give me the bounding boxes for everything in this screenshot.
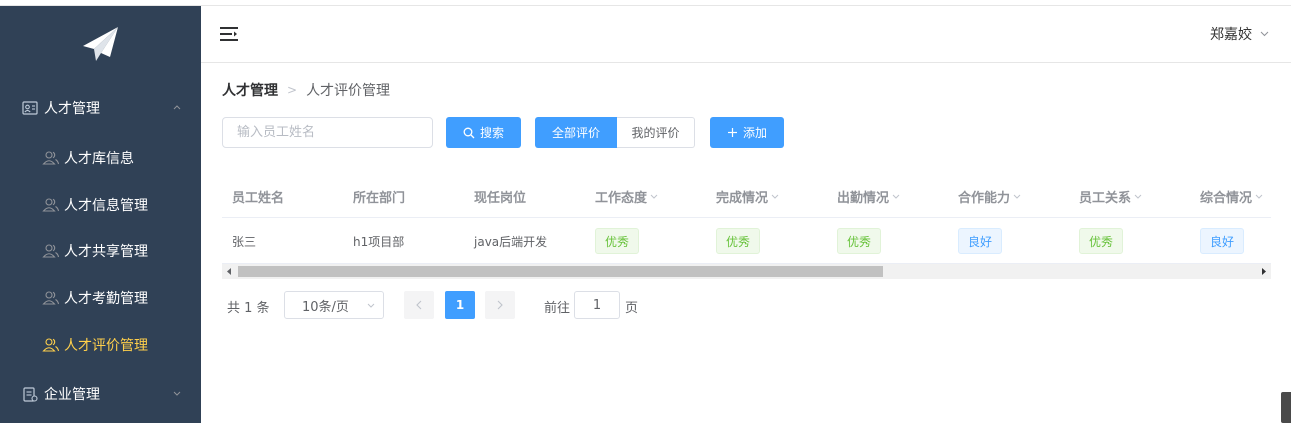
breadcrumb: 人才管理 > 人才评价管理 (222, 80, 390, 100)
pagination-total: 共 1 条 (227, 301, 270, 316)
chevron-left-icon (416, 300, 422, 310)
sidebar-item-label: 人才信息管理 (64, 197, 148, 214)
breadcrumb-item-evaluation: 人才评价管理 (306, 83, 391, 99)
sidebar-item-label: 人才评价管理 (64, 337, 148, 354)
page-number-button[interactable]: 1 (445, 291, 475, 319)
users-icon (42, 337, 60, 352)
status-badge: 优秀 (837, 228, 882, 254)
chevron-down-icon (1134, 194, 1142, 199)
column-header-name: 员工姓名 (232, 191, 285, 206)
search-button[interactable]: 搜索 (446, 117, 521, 148)
goto-page-input[interactable] (574, 291, 620, 319)
sidebar: 人才管理 人才库信息 人才信息管理 人才共享管理 人才考勤管理 人才评价管理 企… (0, 6, 201, 423)
top-navbar: 郑嘉姣 (201, 6, 1291, 63)
column-header-relations[interactable]: 员工关系 (1079, 187, 1142, 206)
next-page-button[interactable] (485, 291, 515, 319)
app-root: 人才管理 人才库信息 人才信息管理 人才共享管理 人才考勤管理 人才评价管理 企… (0, 0, 1291, 423)
users-icon (42, 290, 60, 305)
sidebar-item-talent-sharing[interactable]: 人才共享管理 (0, 227, 201, 274)
sidebar-item-label: 人才考勤管理 (64, 290, 148, 307)
status-badge: 良好 (958, 228, 1003, 254)
column-header-department: 所在部门 (353, 191, 406, 206)
floating-side-widget[interactable] (1281, 392, 1291, 423)
goto-label: 前往 (544, 301, 571, 316)
chevron-down-icon (1013, 194, 1021, 199)
scroll-left-icon[interactable] (227, 268, 232, 275)
users-icon (42, 243, 60, 258)
cell-department: h1项目部 (353, 235, 405, 249)
document-list-icon (23, 387, 38, 402)
cell-name: 张三 (232, 235, 257, 249)
page-suffix: 页 (625, 301, 639, 316)
column-header-work-attitude[interactable]: 工作态度 (595, 187, 658, 206)
filter-my-evaluations[interactable]: 我的评价 (617, 117, 695, 148)
add-button-label: 添加 (742, 126, 767, 140)
chevron-up-icon (173, 105, 181, 110)
filter-all-evaluations[interactable]: 全部评价 (535, 117, 617, 148)
user-dropdown[interactable]: 郑嘉姣 (1210, 24, 1269, 44)
search-icon (463, 127, 475, 138)
chevron-down-icon (1255, 194, 1263, 199)
breadcrumb-item-talent[interactable]: 人才管理 (222, 80, 278, 100)
status-badge: 良好 (1200, 228, 1245, 254)
sidebar-group-label: 企业管理 (44, 387, 100, 403)
chevron-down-icon (1260, 31, 1269, 37)
plus-icon (727, 128, 737, 137)
column-header-completion[interactable]: 完成情况 (716, 187, 779, 206)
chevron-down-icon (771, 194, 779, 199)
sidebar-item-talent-attendance[interactable]: 人才考勤管理 (0, 274, 201, 321)
prev-page-button[interactable] (404, 291, 434, 319)
sidebar-group-enterprise[interactable]: 企业管理 (0, 370, 201, 418)
sidebar-group-talent[interactable]: 人才管理 (0, 84, 201, 132)
scrollbar-thumb[interactable] (238, 266, 883, 277)
user-name: 郑嘉姣 (1210, 27, 1252, 43)
column-header-overall[interactable]: 综合情况 (1200, 187, 1263, 206)
add-button[interactable]: 添加 (710, 117, 784, 148)
chevron-down-icon (367, 303, 375, 308)
sidebar-item-label: 人才库信息 (64, 150, 134, 167)
paper-plane-logo-icon (83, 27, 118, 61)
scroll-right-icon[interactable] (1261, 268, 1266, 275)
evaluation-table: 员工姓名 所在部门 现任岗位 工作态度 完成情况 出勤情况 合作能力 员工关系 … (222, 174, 1271, 264)
status-badge: 优秀 (595, 228, 640, 254)
breadcrumb-separator-icon: > (287, 83, 298, 97)
column-header-attendance[interactable]: 出勤情况 (837, 187, 900, 206)
status-badge: 优秀 (1079, 228, 1124, 254)
status-badge: 优秀 (716, 228, 761, 254)
table-header-row: 员工姓名 所在部门 现任岗位 工作态度 完成情况 出勤情况 合作能力 员工关系 … (222, 174, 1271, 218)
pagination: 共 1 条 10条/页 1 前往 页 (227, 291, 727, 319)
chevron-down-icon (173, 391, 181, 396)
page-size-value: 10条/页 (302, 299, 349, 315)
sidebar-item-talent-info[interactable]: 人才信息管理 (0, 181, 201, 228)
profile-card-icon (22, 101, 38, 115)
page-size-select[interactable]: 10条/页 (284, 291, 384, 319)
column-header-cooperation[interactable]: 合作能力 (958, 187, 1021, 206)
users-icon (42, 150, 60, 165)
sidebar-item-talent-evaluation[interactable]: 人才评价管理 (0, 321, 201, 368)
sidebar-item-talent-library[interactable]: 人才库信息 (0, 134, 201, 181)
cell-position: java后端开发 (474, 235, 548, 249)
users-icon (42, 197, 60, 212)
search-button-label: 搜索 (479, 126, 504, 140)
column-header-position: 现任岗位 (474, 191, 527, 206)
sidebar-item-label: 人才共享管理 (64, 243, 148, 260)
table-horizontal-scrollbar[interactable] (222, 264, 1271, 279)
chevron-right-icon (497, 300, 503, 310)
employee-name-search-input[interactable] (222, 117, 433, 148)
chevron-down-icon (892, 194, 900, 199)
hamburger-icon[interactable] (219, 25, 239, 43)
sidebar-group-label: 人才管理 (44, 101, 100, 117)
table-row[interactable]: 张三 h1项目部 java后端开发 优秀 优秀 优秀 良好 优秀 良好 (222, 218, 1271, 264)
evaluation-filter-group: 全部评价 我的评价 (535, 117, 695, 148)
chevron-down-icon (650, 194, 658, 199)
